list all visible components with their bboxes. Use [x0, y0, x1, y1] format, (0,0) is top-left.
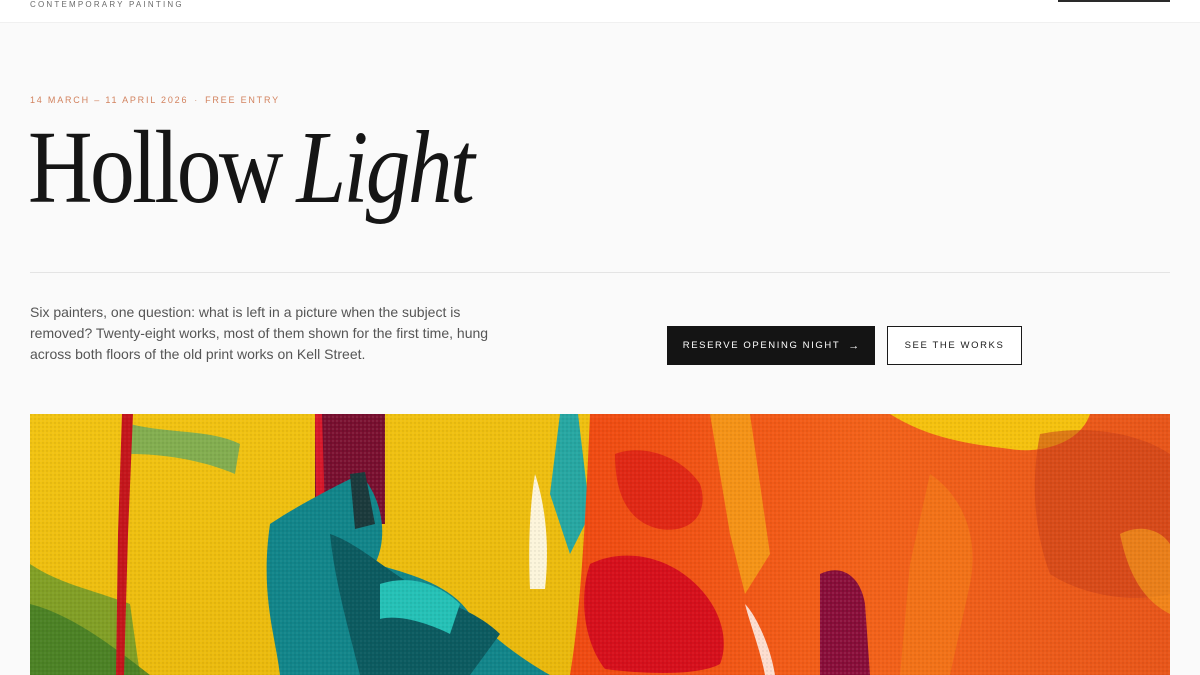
exhibition-dates: 14 MARCH – 11 APRIL 2026 · FREE ENTRY: [30, 95, 280, 105]
brand-tagline: CONTEMPORARY PAINTING: [30, 0, 184, 9]
see-works-button-label: SEE THE WORKS: [904, 340, 1005, 351]
see-the-works-button[interactable]: SEE THE WORKS: [887, 326, 1022, 365]
header-cta-underline[interactable]: [1058, 0, 1170, 2]
date-range: 14 MARCH – 11 APRIL 2026: [30, 95, 189, 105]
page: CONTEMPORARY PAINTING 14 MARCH – 11 APRI…: [0, 0, 1200, 675]
intro-text: Six painters, one question: what is left…: [30, 304, 489, 362]
entry-label: FREE ENTRY: [205, 95, 280, 105]
divider: [30, 272, 1170, 273]
title-italic: Light: [296, 110, 475, 225]
arrow-right-icon: →: [848, 339, 860, 352]
reserve-button-label: RESERVE OPENING NIGHT: [682, 340, 841, 351]
hero-painting-image: [30, 414, 1170, 675]
eyebrow-separator: ·: [194, 95, 200, 105]
site-header: CONTEMPORARY PAINTING: [0, 0, 1200, 23]
title-regular: Hollow: [28, 110, 283, 225]
abstract-painting: [30, 414, 1170, 675]
page-title: Hollow Light: [28, 116, 475, 220]
reserve-opening-night-button[interactable]: RESERVE OPENING NIGHT →: [667, 326, 875, 365]
